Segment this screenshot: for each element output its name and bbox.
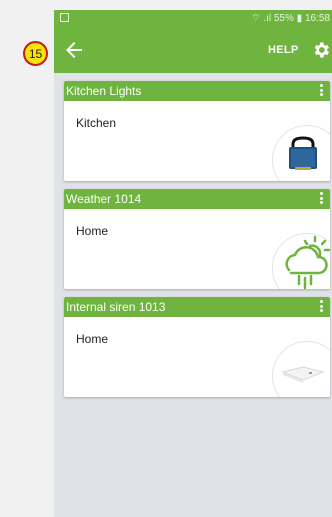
device-title: Weather 1014: [66, 192, 142, 206]
help-button[interactable]: HELP: [268, 44, 299, 56]
app-toolbar: HELP: [54, 28, 332, 73]
card-header: Internal siren 1013: [64, 297, 330, 317]
device-icon-circle: [272, 125, 330, 181]
battery-icon: ▮: [296, 13, 303, 24]
status-bar: ⌔ .ıl 55% ▮ 16:58: [54, 10, 332, 28]
more-options-icon[interactable]: [320, 300, 324, 314]
weather-cloud-sun-icon: [285, 235, 330, 289]
wifi-signal-icon: ⌔ .ıl: [251, 13, 272, 24]
device-room: Home: [76, 224, 109, 238]
phone-screen: ⌔ .ıl 55% ▮ 16:58 HELP Kitchen Lights Ki…: [54, 10, 332, 517]
gear-icon[interactable]: [311, 40, 331, 60]
notification-icon: [60, 13, 69, 22]
device-icon-circle: [272, 341, 330, 397]
step-number-badge: 15: [23, 41, 48, 66]
card-header: Kitchen Lights: [64, 81, 330, 101]
more-options-icon[interactable]: [320, 192, 324, 206]
status-right: ⌔ .ıl 55% ▮ 16:58: [251, 12, 330, 25]
battery-text: 55%: [273, 13, 294, 24]
device-room: Kitchen: [76, 116, 117, 130]
switch-module-icon: [289, 136, 317, 170]
siren-device-icon: [281, 366, 325, 383]
device-icon-circle: [272, 233, 330, 289]
device-room: Home: [76, 332, 109, 346]
device-title: Kitchen Lights: [66, 84, 142, 98]
card-header: Weather 1014: [64, 189, 330, 209]
device-card[interactable]: Internal siren 1013 Home: [64, 297, 330, 397]
back-arrow-icon[interactable]: [62, 38, 86, 62]
clock: 16:58: [304, 13, 330, 24]
device-card[interactable]: Kitchen Lights Kitchen: [64, 81, 330, 181]
device-title: Internal siren 1013: [66, 300, 166, 314]
device-card[interactable]: Weather 1014 Home: [64, 189, 330, 289]
more-options-icon[interactable]: [320, 84, 324, 98]
